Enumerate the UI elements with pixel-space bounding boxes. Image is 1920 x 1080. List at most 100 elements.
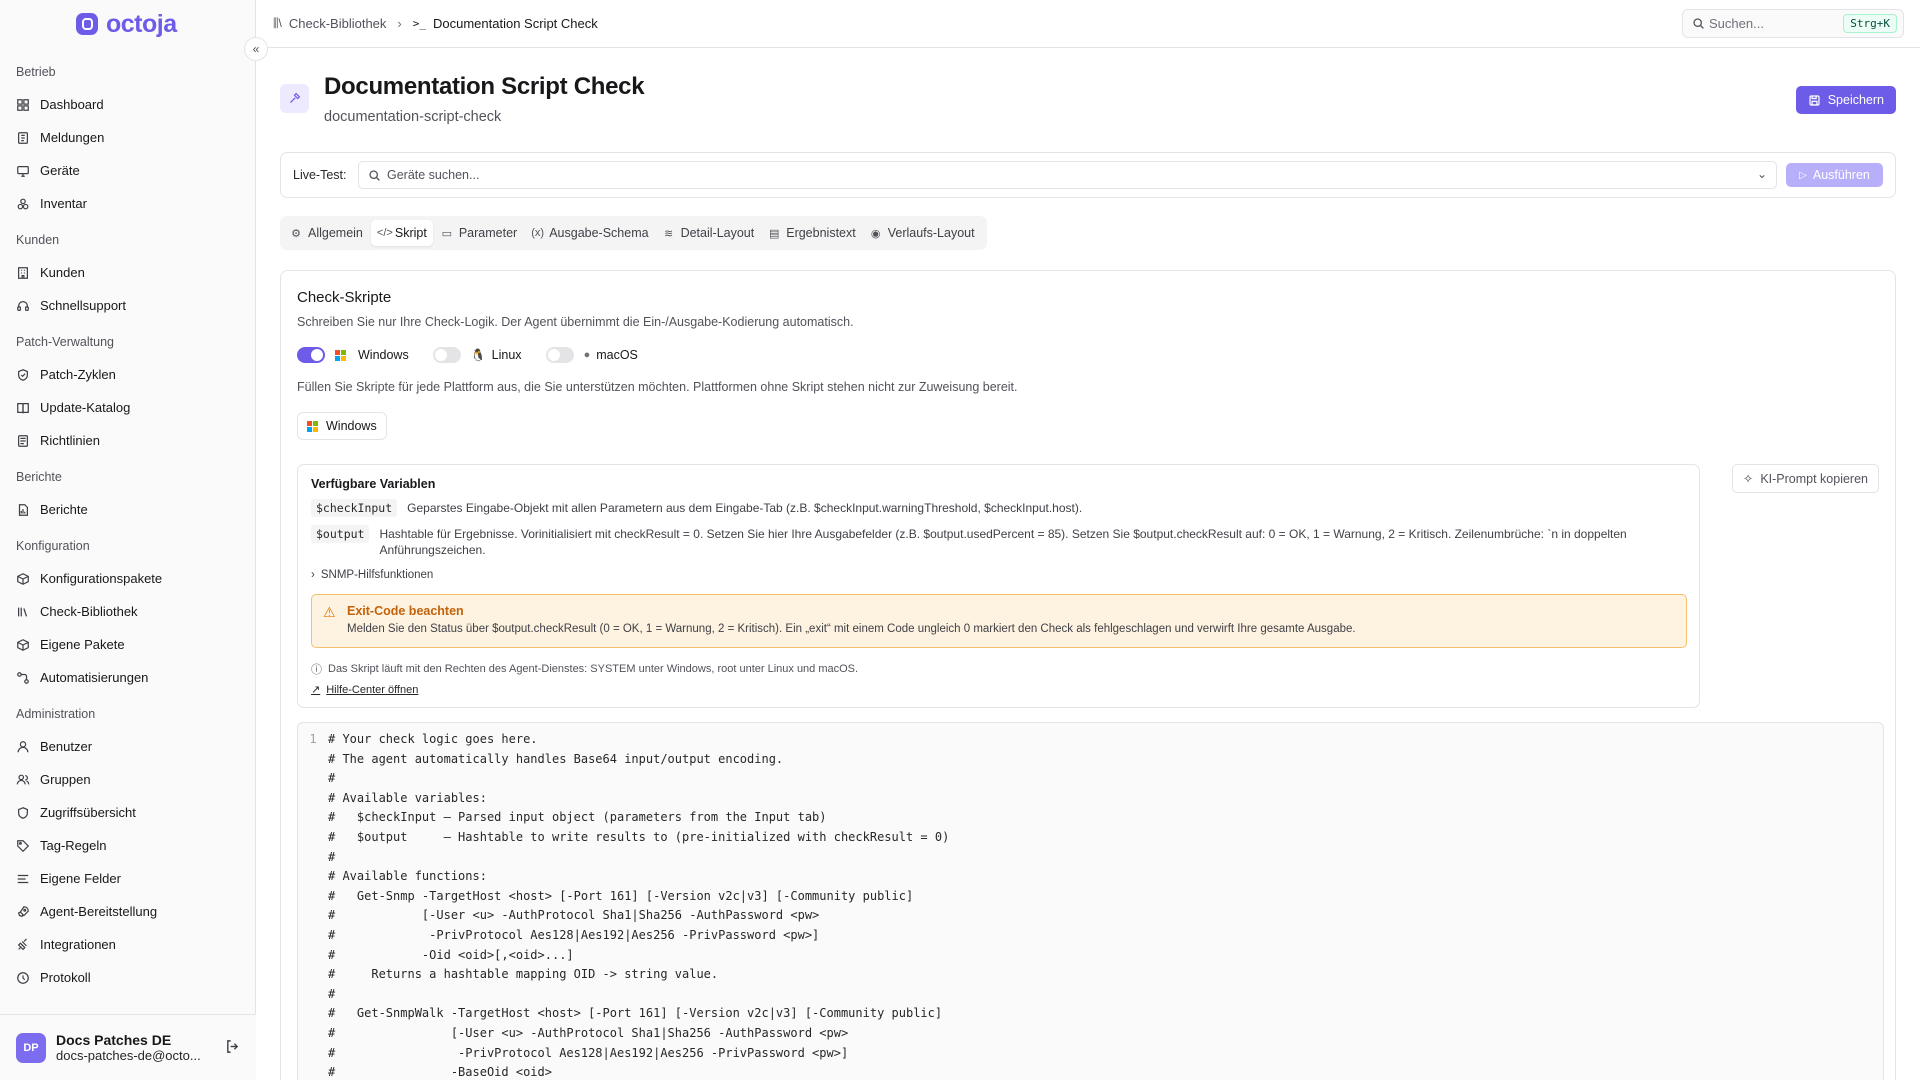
snmp-helpers-toggle[interactable]: › SNMP-Hilfsfunktionen <box>311 569 433 581</box>
tab-detail-layout[interactable]: ≋ Detail-Layout <box>657 220 761 246</box>
editor-tabs: ⚙ Allgemein </> Skript ▭ Parameter (x) Ausgabe-… <box>280 216 987 250</box>
sidebar-item-geräte[interactable]: Geräte <box>0 154 255 187</box>
rocket-icon <box>16 905 30 919</box>
live-test-label: Live-Test: <box>293 168 347 182</box>
line-number <box>298 889 328 909</box>
variable-description: Hashtable für Ergebnisse. Vorinitialisie… <box>379 527 1627 557</box>
sidebar-item-meldungen[interactable]: Meldungen <box>0 121 255 154</box>
package-icon <box>16 572 30 586</box>
code-editor[interactable]: 1 # Your check logic goes here. # The agen… <box>297 722 1884 1080</box>
sidebar-item-zugriffsübersicht[interactable]: Zugriffsübersicht <box>0 796 255 829</box>
tab-ausgabe-schema[interactable]: (x) Ausgabe-Schema <box>525 220 654 246</box>
sidebar-collapse-button[interactable]: « <box>244 37 268 61</box>
breadcrumb-current: Documentation Script Check <box>433 16 598 31</box>
code-text: # -PrivProtocol Aes128|Aes192|Aes256 -Pr… <box>328 927 820 942</box>
tab-icon: ▭ <box>441 227 453 240</box>
sidebar-item-tag-regeln[interactable]: Tag-Regeln <box>0 829 255 862</box>
tab-label: Ergebnistext <box>786 226 856 240</box>
sidebar-item-update-katalog[interactable]: Update-Katalog <box>0 391 255 424</box>
sidebar-item-label: Meldungen <box>40 130 105 145</box>
page-slug: documentation-script-check <box>324 109 502 125</box>
brand-logo[interactable]: octoja <box>0 0 255 48</box>
line-number <box>298 987 328 1007</box>
sidebar-item-check-bibliothek[interactable]: Check-Bibliothek <box>0 595 255 628</box>
variable-name: $checkInput <box>311 499 398 517</box>
nav-section-title: Patch-Verwaltung <box>16 335 114 349</box>
code-text: # $output — Hashtable to write results t… <box>328 829 950 844</box>
sidebar-item-agent-bereitstellung[interactable]: Agent-Bereitstellung <box>0 895 255 928</box>
line-number <box>298 869 328 889</box>
search-input[interactable]: Suchen... Strg+K <box>1682 9 1904 38</box>
brand-name: octoja <box>106 9 177 38</box>
code-line: # <box>298 987 1883 1007</box>
platform-macos: ● macOS <box>584 348 638 362</box>
copy-ai-prompt-button[interactable]: ✧ KI-Prompt kopieren <box>1731 464 1879 493</box>
sidebar-item-label: Update-Katalog <box>40 400 131 415</box>
windows-icon <box>335 349 346 361</box>
save-label: Speichern <box>1827 93 1884 107</box>
sidebar-item-inventar[interactable]: Inventar <box>0 187 255 220</box>
building-icon <box>16 266 30 280</box>
tab-skript[interactable]: </> Skript <box>370 220 433 246</box>
sidebar-item-label: Geräte <box>40 163 80 178</box>
sidebar-item-benutzer[interactable]: Benutzer <box>0 730 255 763</box>
sidebar-item-richtlinien[interactable]: Richtlinien <box>0 424 255 457</box>
snmp-helpers-label: SNMP-Hilfsfunktionen <box>320 569 434 581</box>
library-icon <box>16 605 30 619</box>
tab-icon: ≋ <box>663 227 674 240</box>
line-number: 1 <box>309 732 317 746</box>
user-profile[interactable]: DP Docs Patches DE docs-patches-de@octo.… <box>0 1014 256 1080</box>
tab-ergebnistext[interactable]: ▤ Ergebnistext <box>762 220 861 246</box>
platform-note: Füllen Sie Skripte für jede Plattform au… <box>297 380 1018 394</box>
run-button[interactable]: ▷ Ausführen <box>1786 163 1883 187</box>
code-line: # Get-Snmp -TargetHost <host> [-Port 161… <box>298 889 1883 909</box>
sidebar-item-gruppen[interactable]: Gruppen <box>0 763 255 796</box>
macos-toggle[interactable] <box>545 347 574 363</box>
sidebar-item-automatisierungen[interactable]: Automatisierungen <box>0 661 255 694</box>
platform-windows: Windows <box>335 348 409 362</box>
runs-as-note: ⓘ Das Skript läuft mit den Rechten des A… <box>311 661 858 677</box>
code-line: # $checkInput — Parsed input object (par… <box>298 810 1883 830</box>
breadcrumb-parent[interactable]: Check-Bibliothek <box>289 16 387 31</box>
sidebar-item-kunden[interactable]: Kunden <box>0 256 255 289</box>
sidebar-item-eigene-pakete[interactable]: Eigene Pakete <box>0 628 255 661</box>
windows-toggle[interactable] <box>297 347 325 363</box>
sidebar-item-protokoll[interactable]: Protokoll <box>0 961 255 994</box>
device-search-select[interactable]: Geräte suchen... ⌄ <box>358 161 1777 189</box>
sidebar-item-berichte[interactable]: Berichte <box>0 493 255 526</box>
tab-verlaufs-layout[interactable]: ◉ Verlaufs-Layout <box>864 220 981 246</box>
chevron-down-icon: ⌄ <box>1756 167 1767 181</box>
code-line: # Available functions: <box>298 869 1883 889</box>
runs-as-text: Das Skript läuft mit den Rechten des Age… <box>328 663 859 675</box>
notebook-icon <box>16 131 30 145</box>
linux-toggle[interactable] <box>432 347 461 363</box>
sidebar-item-label: Automatisierungen <box>40 670 149 685</box>
check-scripts-card: Check-Skripte Schreiben Sie nur Ihre Che… <box>280 270 1896 1080</box>
code-text: # Your check logic goes here. <box>328 732 538 746</box>
info-icon: ⓘ <box>311 664 322 676</box>
scroll-icon <box>16 434 30 448</box>
sidebar-item-label: Dashboard <box>40 97 104 112</box>
line-number <box>298 1026 328 1046</box>
sidebar-item-integrationen[interactable]: Integrationen <box>0 928 255 961</box>
sidebar-item-eigene-felder[interactable]: Eigene Felder <box>0 862 255 895</box>
code-line: # -Oid <oid>[,<oid>...] <box>298 948 1883 968</box>
save-button[interactable]: Speichern <box>1795 86 1896 114</box>
code-text: # Available functions: <box>328 869 487 884</box>
sidebar-item-dashboard[interactable]: Dashboard <box>0 88 255 121</box>
nav-section-title: Kunden <box>16 233 60 247</box>
code-text: # -BaseOid <oid> <box>328 1065 552 1080</box>
help-center-link[interactable]: ↗ Hilfe-Center öffnen <box>311 683 418 697</box>
line-number <box>298 791 328 811</box>
tab-parameter[interactable]: ▭ Parameter <box>435 220 523 246</box>
sidebar-item-label: Richtlinien <box>40 433 100 448</box>
sidebar-item-label: Gruppen <box>40 772 91 787</box>
sidebar-item-schnellsupport[interactable]: Schnellsupport <box>0 289 255 322</box>
code-text: # Returns a hashtable mapping OID -> str… <box>328 967 719 982</box>
line-number <box>298 1006 328 1026</box>
sidebar-item-patch-zyklen[interactable]: Patch-Zyklen <box>0 358 255 391</box>
platform-tab-windows[interactable]: Windows <box>297 412 387 440</box>
tab-allgemein[interactable]: ⚙ Allgemein <box>284 220 369 246</box>
logout-icon[interactable] <box>225 1039 240 1058</box>
sidebar-item-konfigurationspakete[interactable]: Konfigurationspakete <box>0 562 255 595</box>
